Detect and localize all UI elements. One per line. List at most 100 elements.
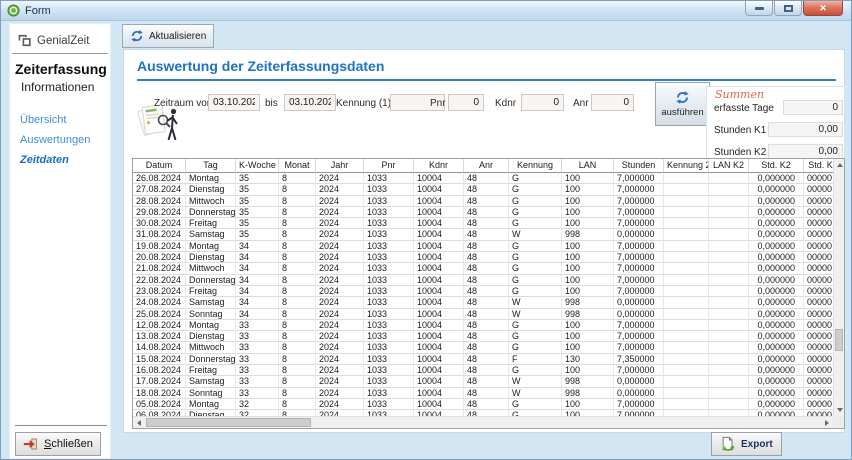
table-row[interactable]: 17.08.2024Samstag338202410331000448W9980… — [133, 376, 833, 387]
column-header[interactable]: LAN K2 — [709, 159, 749, 173]
zeitdaten-grid: DatumTagK-WocheMonatJahrPnrKdnrAnrKennun… — [132, 158, 845, 429]
table-row[interactable]: 27.08.2024Dienstag358202410331000448G100… — [133, 184, 833, 195]
horizontal-scrollbar[interactable] — [133, 416, 833, 428]
table-cell: 14.08.2024 — [133, 342, 186, 353]
table-cell: 00000 — [804, 297, 833, 308]
table-row[interactable]: 14.08.2024Mittwoch338202410331000448G100… — [133, 342, 833, 353]
table-cell: 7,000000 — [614, 263, 664, 274]
table-row[interactable]: 16.08.2024Freitag338202410331000448G1007… — [133, 365, 833, 376]
column-header[interactable]: Pnr — [364, 159, 414, 173]
table-cell — [709, 354, 749, 365]
table-cell: 1033 — [364, 241, 414, 252]
table-row[interactable]: 31.08.2024Samstag358202410331000448W9980… — [133, 229, 833, 240]
table-cell — [664, 342, 709, 353]
column-header[interactable]: Kennung — [509, 159, 562, 173]
minimize-button[interactable] — [745, 1, 773, 16]
table-row[interactable]: 25.08.2024Sonntag348202410331000448W9980… — [133, 309, 833, 320]
table-cell: 8 — [279, 376, 316, 387]
column-header[interactable]: Tag — [186, 159, 236, 173]
table-row[interactable]: 12.08.2024Montag338202410331000448G1007,… — [133, 320, 833, 331]
table-cell: 48 — [464, 399, 509, 410]
table-row[interactable]: 23.08.2024Freitag348202410331000448G1007… — [133, 286, 833, 297]
table-row[interactable]: 28.08.2024Mittwoch358202410331000448G100… — [133, 196, 833, 207]
sidebar-item-zeitdaten[interactable]: Zeitdaten — [10, 150, 110, 170]
schliessen-button[interactable]: Schließen — [15, 432, 101, 456]
table-cell: 998 — [562, 376, 614, 387]
column-header[interactable]: Jahr — [316, 159, 364, 173]
table-cell: 8 — [279, 399, 316, 410]
table-cell: G — [509, 331, 562, 342]
grid-viewport: DatumTagK-WocheMonatJahrPnrKdnrAnrKennun… — [133, 159, 833, 416]
table-cell: 48 — [464, 286, 509, 297]
table-cell: 2024 — [316, 184, 364, 195]
table-cell: 100 — [562, 252, 614, 263]
table-row[interactable]: 20.08.2024Dienstag348202410331000448G100… — [133, 252, 833, 263]
zeitraum-von-input[interactable] — [208, 94, 260, 111]
table-row[interactable]: 13.08.2024Dienstag338202410331000448G100… — [133, 331, 833, 342]
table-cell — [709, 365, 749, 376]
sidebar-item-auswertungen[interactable]: Auswertungen — [10, 130, 110, 150]
table-cell: 100 — [562, 365, 614, 376]
table-cell: G — [509, 365, 562, 376]
table-row[interactable]: 05.08.2024Montag328202410331000448G1007,… — [133, 399, 833, 410]
column-header[interactable]: Std. Ku — [804, 159, 833, 173]
scroll-right-icon[interactable] — [825, 420, 829, 426]
table-row[interactable]: 29.08.2024Donnerstag358202410331000448G1… — [133, 207, 833, 218]
table-row[interactable]: 15.08.2024Donnerstag338202410331000448F1… — [133, 354, 833, 365]
sidebar-item-uebersicht[interactable]: Übersicht — [10, 110, 110, 130]
column-header[interactable]: Datum — [133, 159, 186, 173]
table-cell: 48 — [464, 388, 509, 399]
close-button[interactable]: ✕ — [803, 1, 843, 16]
pnr-input[interactable] — [448, 94, 484, 111]
table-cell: 2024 — [316, 354, 364, 365]
table-cell: 33 — [236, 342, 279, 353]
table-cell: 48 — [464, 309, 509, 320]
table-cell: 24.08.2024 — [133, 297, 186, 308]
zeitraum-bis-input[interactable] — [284, 94, 336, 111]
scroll-down-icon[interactable] — [837, 408, 843, 412]
table-cell: G — [509, 342, 562, 353]
column-header[interactable]: Monat — [279, 159, 316, 173]
kdnr-input[interactable] — [521, 94, 564, 111]
table-row[interactable]: 22.08.2024Donnerstag348202410331000448G1… — [133, 275, 833, 286]
table-row[interactable]: 26.08.2024Montag358202410331000448G1007,… — [133, 173, 833, 184]
anr-input[interactable] — [591, 94, 634, 111]
column-header[interactable]: Kennung 2 — [664, 159, 709, 173]
column-header[interactable]: Kdnr — [414, 159, 464, 173]
table-cell: F — [509, 354, 562, 365]
export-button[interactable]: Export — [711, 432, 782, 456]
aktualisieren-button[interactable]: Aktualisieren — [122, 24, 214, 48]
table-cell: 8 — [279, 207, 316, 218]
vertical-scrollbar[interactable] — [833, 159, 844, 416]
scroll-up-icon[interactable] — [837, 163, 843, 167]
table-cell: 8 — [279, 275, 316, 286]
column-header[interactable]: LAN — [562, 159, 614, 173]
table-row[interactable]: 19.08.2024Montag348202410331000448G1007,… — [133, 241, 833, 252]
erfasste-tage-value: 0 — [783, 100, 843, 115]
table-cell — [709, 388, 749, 399]
horizontal-scroll-thumb[interactable] — [146, 418, 311, 427]
table-cell: 100 — [562, 207, 614, 218]
scroll-left-icon[interactable] — [137, 420, 141, 426]
titlebar[interactable]: Form ✕ — [1, 1, 851, 21]
table-cell — [709, 252, 749, 263]
table-row[interactable]: 30.08.2024Freitag358202410331000448G1007… — [133, 218, 833, 229]
table-row[interactable]: 18.08.2024Sonntag338202410331000448W9980… — [133, 388, 833, 399]
table-cell: 2024 — [316, 297, 364, 308]
vertical-scroll-thumb[interactable] — [835, 329, 843, 351]
table-cell: 7,000000 — [614, 342, 664, 353]
sidebar: GenialZeit Zeiterfassung Informationen Ü… — [9, 23, 111, 459]
table-row[interactable]: 21.08.2024Mittwoch348202410331000448G100… — [133, 263, 833, 274]
table-cell: 48 — [464, 218, 509, 229]
column-header[interactable]: Anr — [464, 159, 509, 173]
column-header[interactable]: Std. K2 — [749, 159, 804, 173]
table-row[interactable]: 24.08.2024Samstag348202410331000448W9980… — [133, 297, 833, 308]
table-cell: G — [509, 399, 562, 410]
ausfuehren-button[interactable]: ausführen — [655, 82, 710, 126]
minimize-icon — [755, 7, 764, 10]
column-header[interactable]: K-Woche — [236, 159, 279, 173]
maximize-button[interactable] — [774, 1, 802, 16]
column-header[interactable]: Stunden — [614, 159, 664, 173]
table-cell — [709, 331, 749, 342]
table-cell: 00000 — [804, 331, 833, 342]
